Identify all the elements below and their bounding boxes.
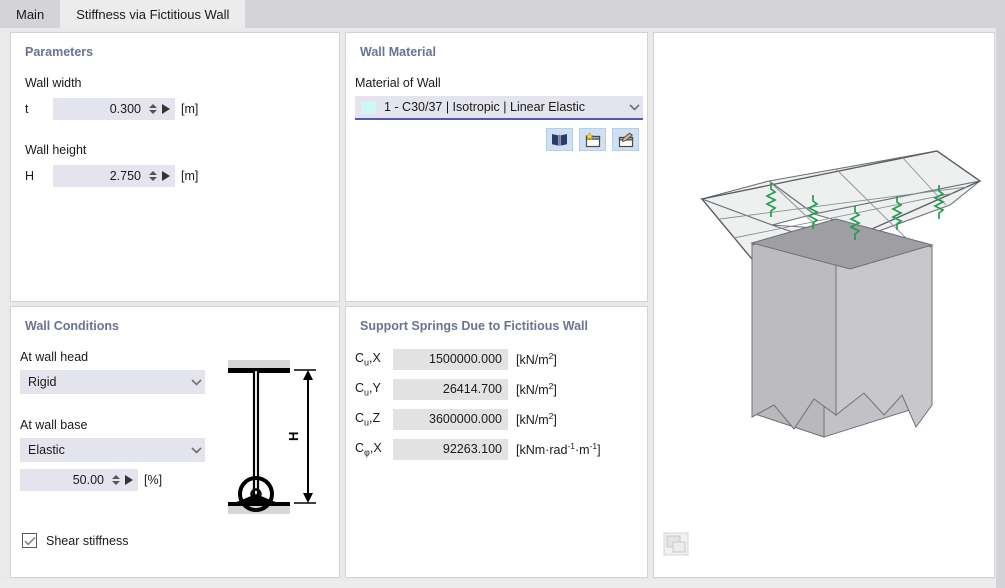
spring-value-cuz: 3600000.000 [393,409,508,430]
at-wall-head-value: Rigid [28,375,57,389]
at-wall-base-value: Elastic [28,443,65,457]
parameters-panel: Parameters Wall width t 0.300 [m] Wall h… [10,32,340,302]
spin-up-icon[interactable] [111,475,120,479]
wall-width-unit: [m] [181,102,199,116]
base-stiffness-value[interactable]: 50.00 [20,469,110,491]
spring-unit-cuz: [kN/m2] [516,411,557,428]
base-stiffness-expand-icon[interactable] [125,475,133,485]
wall-conditions-panel: Wall Conditions At wall head Rigid At wa… [10,306,340,578]
base-stiffness-spin-arrows[interactable] [110,470,121,490]
wall-height-unit: [m] [181,169,199,183]
base-stiffness-row: 50.00 [%] [20,469,162,491]
spin-down-icon[interactable] [148,110,157,114]
model-viewport-panel[interactable] [653,32,995,578]
diagram-height-label: H [286,432,301,441]
at-wall-base-label: At wall base [20,418,88,432]
spring-unit-cphix: [kNm·rad-1·m-1] [516,441,601,458]
tab-stiffness-label: Stiffness via Fictitious Wall [76,6,230,22]
wall-height-label: Wall height [25,143,87,157]
tab-main[interactable]: Main [0,0,61,28]
parameters-title: Parameters [25,45,94,59]
dialog-footer [0,580,996,588]
wall-width-label: Wall width [25,76,82,90]
material-library-icon[interactable] [546,128,573,151]
shear-stiffness-checkbox[interactable] [22,533,37,548]
spring-row-cux: Cu,X 1500000.000 [kN/m2] [355,349,601,370]
spring-label-cuy: Cu,Y [355,381,381,398]
spring-value-cuy: 26414.700 [393,379,508,400]
wall-condition-diagram: H [216,352,336,537]
chevron-down-icon[interactable] [187,370,205,394]
wall-height-stepper[interactable]: 2.750 [53,165,175,187]
wall-height-symbol: H [25,169,35,183]
wall-width-value[interactable]: 0.300 [53,98,147,120]
spin-up-icon[interactable] [148,171,157,175]
support-springs-panel: Support Springs Due to Fictitious Wall C… [345,306,648,578]
wall-width-row: t 0.300 [m] [25,98,198,120]
spring-unit-cuy: [kN/m2] [516,381,557,398]
spring-row-cuy: Cu,Y 26414.700 [kN/m2] [355,379,601,400]
at-wall-base-combobox[interactable]: Elastic [20,438,205,462]
material-of-wall-label: Material of Wall [355,76,441,90]
tab-main-label: Main [16,6,45,22]
shear-stiffness-label: Shear stiffness [46,533,129,548]
spin-down-icon[interactable] [111,481,120,485]
material-color-swatch [361,100,376,114]
spring-value-cphix: 92263.100 [393,439,508,460]
chevron-down-icon[interactable] [625,95,643,119]
vertical-scrollbar[interactable] [996,28,1005,588]
base-stiffness-stepper[interactable]: 50.00 [20,469,138,491]
at-wall-head-label: At wall head [20,350,89,364]
wall-height-spin-arrows[interactable] [147,166,158,186]
wall-width-symbol: t [25,102,29,116]
copy-image-icon [663,532,689,556]
support-springs-table: Cu,X 1500000.000 [kN/m2] Cu,Y 26414.700 … [355,349,601,469]
spring-unit-cux: [kN/m2] [516,351,557,368]
material-of-wall-combobox[interactable]: 1 - C30/37 | Isotropic | Linear Elastic [355,96,643,120]
wall-height-row: H 2.750 [m] [25,165,198,187]
wall-width-spin-arrows[interactable] [147,99,158,119]
spring-label-cux: Cu,X [355,351,381,368]
wall-material-panel: Wall Material Material of Wall 1 - C30/3… [345,32,648,302]
support-springs-title: Support Springs Due to Fictitious Wall [360,319,589,333]
wall-width-expand-icon[interactable] [162,104,170,114]
tab-stiffness-via-fictitious-wall[interactable]: Stiffness via Fictitious Wall [60,0,246,28]
new-material-icon[interactable] [579,128,606,151]
material-selected-value: 1 - C30/37 | Isotropic | Linear Elastic [384,100,586,114]
check-icon [23,536,36,545]
spring-label-cphix: Cφ,X [355,441,382,458]
wall-width-stepper[interactable]: 0.300 [53,98,175,120]
base-stiffness-unit: [%] [144,473,163,487]
fictitious-wall-dialog: Main Stiffness via Fictitious Wall Param… [0,0,1005,588]
spin-up-icon[interactable] [148,104,157,108]
spring-value-cux: 1500000.000 [393,349,508,370]
wall-conditions-title: Wall Conditions [25,319,119,333]
wall-height-expand-icon[interactable] [162,171,170,181]
at-wall-head-combobox[interactable]: Rigid [20,370,205,394]
edit-material-icon[interactable] [612,128,639,151]
chevron-down-icon[interactable] [187,438,205,462]
material-action-buttons [546,128,639,151]
spin-down-icon[interactable] [148,177,157,181]
wall-height-value[interactable]: 2.750 [53,165,147,187]
spring-row-cphix: Cφ,X 92263.100 [kNm·rad-1·m-1] [355,439,601,460]
wall-solid [750,218,934,438]
wall-material-title: Wall Material [360,45,436,59]
spring-row-cuz: Cu,Z 3600000.000 [kN/m2] [355,409,601,430]
fictitious-wall-3d-view[interactable] [654,33,994,577]
shear-stiffness-checkbox-row[interactable]: Shear stiffness [22,533,128,548]
spring-label-cuz: Cu,Z [355,411,381,428]
tab-bar: Main Stiffness via Fictitious Wall [0,0,1005,28]
